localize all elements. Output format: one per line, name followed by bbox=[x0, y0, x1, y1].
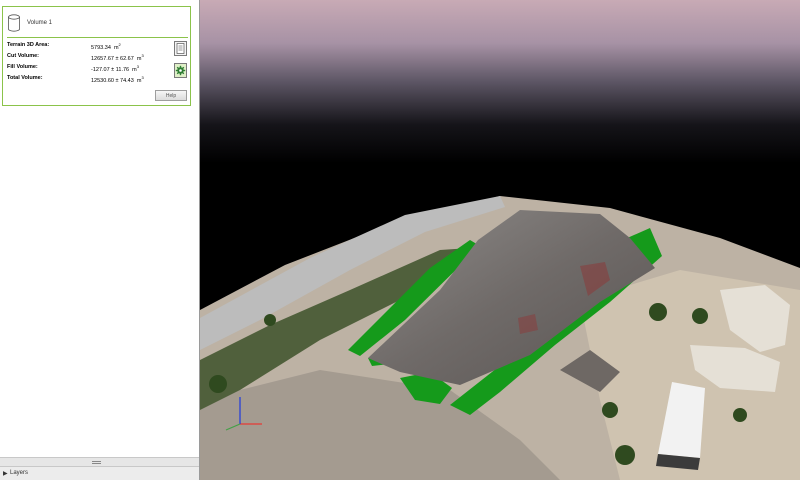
unit-exponent: 3 bbox=[136, 64, 139, 69]
settings-button[interactable] bbox=[174, 63, 187, 78]
total-volume-label: Total Volume: bbox=[7, 75, 43, 81]
fill-volume-value: -127.07 ± 11.76 m3 bbox=[91, 64, 139, 73]
help-button[interactable]: Help bbox=[155, 90, 187, 101]
cut-volume-value: 12657.67 ± 62.67 m3 bbox=[91, 53, 144, 62]
fill-volume-label: Fill Volume: bbox=[7, 64, 38, 70]
volume-header: Volume 1 bbox=[7, 13, 187, 35]
cut-volume-label: Cut Volume: bbox=[7, 53, 39, 59]
3d-viewport[interactable] bbox=[200, 0, 800, 480]
report-icon bbox=[176, 43, 185, 54]
divider bbox=[7, 37, 188, 38]
unit-exponent: 2 bbox=[118, 42, 121, 47]
layers-bar[interactable]: ▶ Layers bbox=[0, 467, 199, 480]
terrain-area-number: 5793.34 bbox=[91, 44, 111, 51]
gear-icon bbox=[175, 65, 186, 76]
total-volume-value: 12530.60 ± 74.43 m3 bbox=[91, 75, 144, 84]
total-volume-number: 12530.60 ± 74.43 bbox=[91, 77, 134, 84]
grip-icon bbox=[92, 461, 101, 464]
cylinder-icon bbox=[8, 14, 20, 32]
terrain-area-label: Terrain 3D Area: bbox=[7, 42, 50, 48]
panel-splitter[interactable] bbox=[0, 457, 199, 467]
volume-name[interactable]: Volume 1 bbox=[27, 20, 52, 26]
expand-arrow-icon[interactable]: ▶ bbox=[3, 470, 8, 477]
fill-volume-number: -127.07 ± 11.76 bbox=[91, 66, 130, 73]
volume-details-box: Volume 1 Terrain 3D Area: 5793.34 m2 Cut… bbox=[2, 6, 191, 106]
report-button[interactable] bbox=[174, 41, 187, 56]
unit-exponent: 3 bbox=[141, 75, 144, 80]
volume-panel: Volume 1 Terrain 3D Area: 5793.34 m2 Cut… bbox=[0, 0, 200, 480]
terrain-area-value: 5793.34 m2 bbox=[91, 42, 121, 51]
cut-volume-number: 12657.67 ± 62.67 bbox=[91, 55, 134, 62]
unit-exponent: 3 bbox=[141, 53, 144, 58]
layers-label: Layers bbox=[10, 470, 29, 476]
